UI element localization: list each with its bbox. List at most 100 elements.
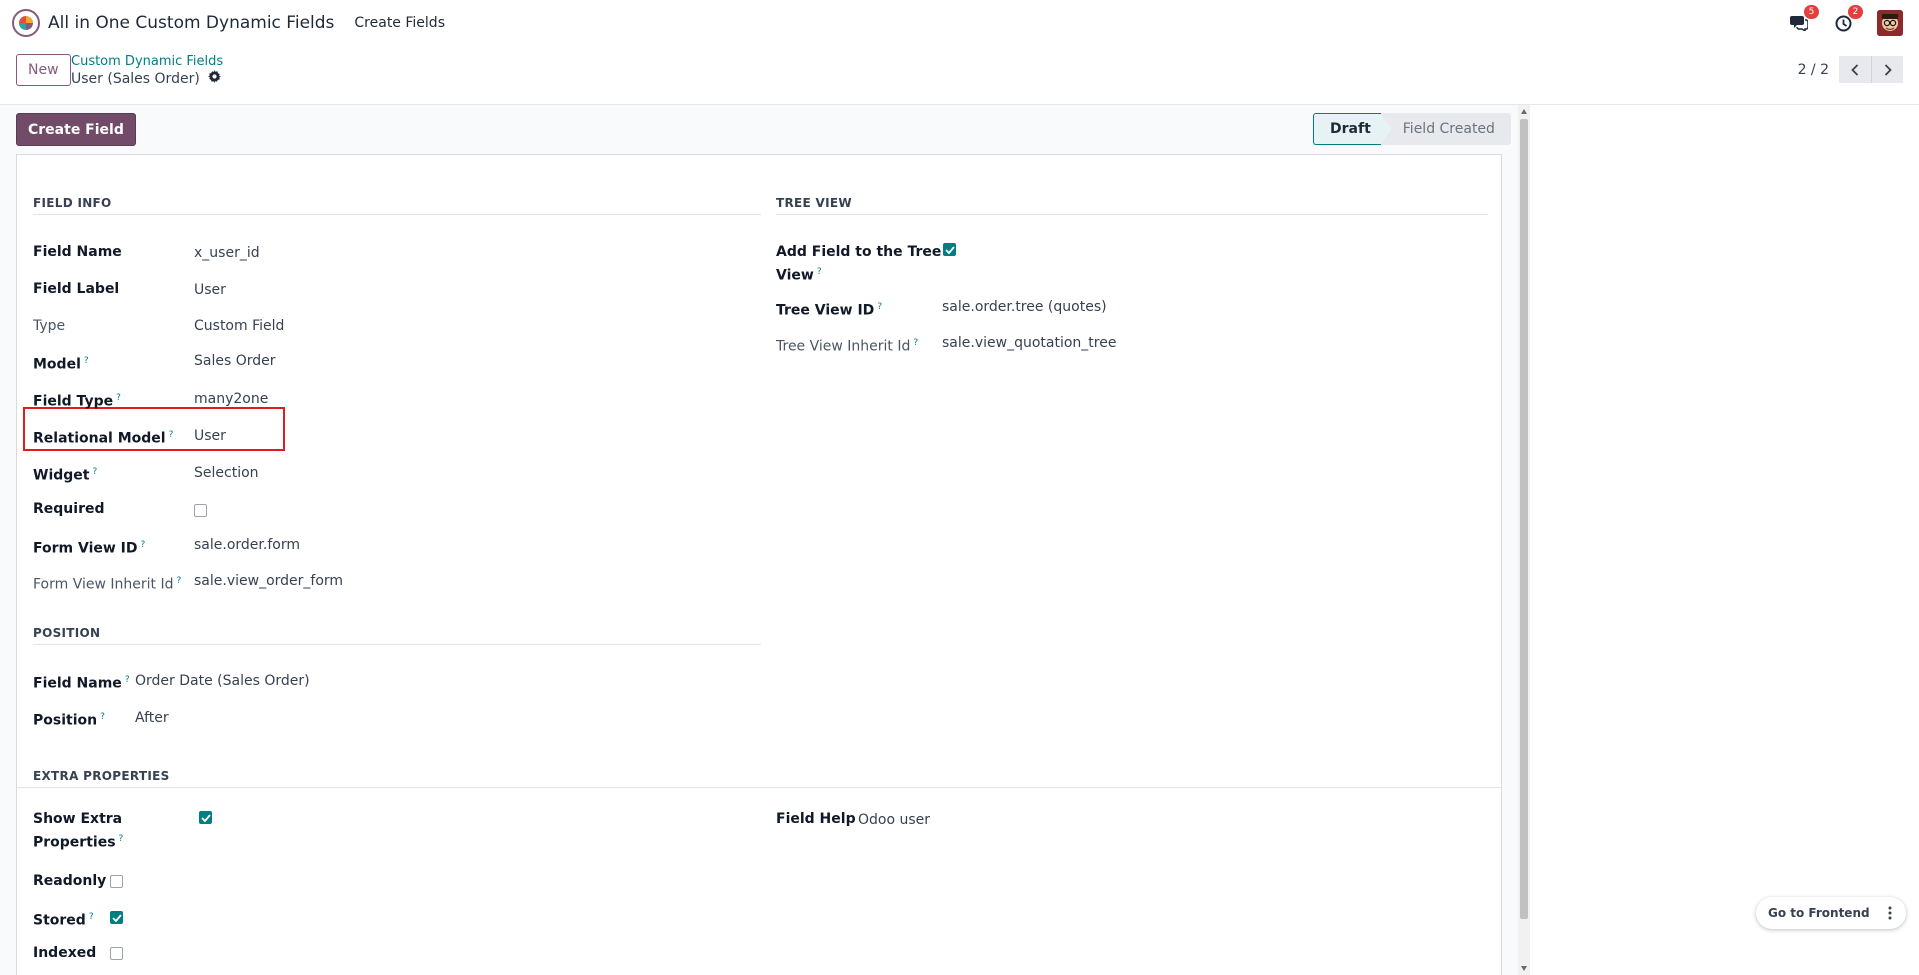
tree-view-id-label: Tree View ID? [776, 302, 883, 319]
help-tooltip-icon[interactable]: ? [92, 467, 97, 477]
divider [776, 214, 1488, 215]
widget-value[interactable]: Selection [194, 463, 259, 483]
scroll-up-arrow-icon[interactable] [1521, 109, 1527, 114]
field-label-value[interactable]: User [194, 280, 226, 300]
type-value: Custom Field [194, 318, 285, 334]
app-name[interactable]: All in One Custom Dynamic Fields [48, 13, 334, 33]
help-tooltip-icon[interactable]: ? [877, 302, 882, 312]
row-widget: Widget? [33, 462, 97, 486]
help-tooltip-icon[interactable]: ? [119, 834, 124, 844]
form-view-inherit-label: Form View Inherit Id? [33, 576, 182, 593]
vertical-scrollbar[interactable] [1518, 105, 1530, 975]
pager: 2 / 2 [1798, 56, 1903, 83]
more-options-icon[interactable] [1878, 901, 1902, 925]
indexed-checkbox[interactable] [110, 947, 123, 960]
row-position: Position? [33, 707, 105, 731]
row-tree-view-inherit: Tree View Inherit Id? [776, 333, 918, 357]
tree-view-inherit-value: sale.view_quotation_tree [942, 335, 1117, 351]
help-tooltip-icon[interactable]: ? [84, 356, 89, 366]
widget-label: Widget? [33, 467, 98, 484]
go-to-frontend-button[interactable]: Go to Frontend [1768, 906, 1870, 920]
status-field-created[interactable]: Field Created [1380, 113, 1511, 145]
row-add-field-tree: Add Field to the Tree View? [776, 242, 941, 286]
help-tooltip-icon[interactable]: ? [100, 712, 105, 722]
stored-label: Stored? [33, 912, 94, 929]
row-tree-view-id: Tree View ID? [776, 297, 882, 321]
form-content: Create Field Draft Field Created FIELD I… [0, 105, 1530, 975]
help-tooltip-icon[interactable]: ? [116, 393, 121, 403]
row-required: Required [33, 499, 104, 519]
help-tooltip-icon[interactable]: ? [169, 430, 174, 440]
show-extra-checkbox[interactable] [199, 811, 212, 824]
position-field-name-value[interactable]: Order Date (Sales Order) [135, 671, 310, 691]
readonly-checkbox[interactable] [110, 875, 123, 888]
row-form-view-inherit: Form View Inherit Id? [33, 571, 181, 595]
form-view-inherit-value: sale.view_order_form [194, 573, 344, 589]
row-form-view-id: Form View ID? [33, 535, 145, 559]
section-tree-view-title: TREE VIEW [776, 196, 852, 210]
field-name-label: Field Name [33, 244, 122, 260]
add-field-tree-checkbox[interactable] [943, 243, 956, 256]
breadcrumb-current: User (Sales Order) [71, 70, 221, 87]
model-value[interactable]: Sales Order [194, 351, 276, 371]
messages-icon[interactable]: 5 [1789, 5, 1819, 33]
messages-badge: 5 [1804, 5, 1819, 19]
position-label: Position? [33, 712, 105, 729]
field-type-value[interactable]: many2one [194, 389, 268, 409]
help-tooltip-icon[interactable]: ? [141, 540, 146, 550]
pager-next-button[interactable] [1871, 56, 1903, 83]
required-label: Required [33, 501, 105, 517]
menu-create-fields[interactable]: Create Fields [354, 15, 445, 31]
row-stored: Stored? [33, 907, 94, 931]
section-field-info-title: FIELD INFO [33, 196, 112, 210]
row-position-field-name: Field Name? [33, 670, 130, 694]
required-checkbox[interactable] [194, 504, 207, 517]
new-button[interactable]: New [16, 54, 71, 86]
position-field-name-label: Field Name? [33, 675, 130, 692]
add-field-tree-label-2: View? [776, 267, 822, 284]
tree-view-id-value[interactable]: sale.order.tree (quotes) [942, 297, 1107, 317]
help-tooltip-icon[interactable]: ? [913, 338, 918, 348]
pager-previous-button[interactable] [1839, 56, 1871, 83]
status-draft[interactable]: Draft [1313, 113, 1393, 145]
status-field-created-label: Field Created [1402, 121, 1495, 137]
breadcrumb-current-label: User (Sales Order) [71, 70, 200, 87]
position-value[interactable]: After [135, 708, 169, 728]
model-label: Model? [33, 356, 89, 373]
form-view-id-value[interactable]: sale.order.form [194, 535, 300, 555]
row-type: Type [33, 316, 65, 336]
indexed-label: Indexed [33, 945, 97, 961]
app-logo-icon[interactable] [12, 9, 40, 37]
scroll-down-arrow-icon[interactable] [1521, 966, 1527, 971]
help-tooltip-icon[interactable]: ? [125, 675, 130, 685]
form-view-id-label: Form View ID? [33, 540, 146, 557]
field-label-label: Field Label [33, 281, 120, 297]
pager-value[interactable]: 2 / 2 [1798, 62, 1829, 78]
create-field-button[interactable]: Create Field [16, 113, 136, 146]
gear-icon[interactable] [207, 70, 221, 87]
relational-model-label: Relational Model? [33, 430, 174, 447]
activities-clock-icon[interactable]: 2 [1833, 5, 1863, 33]
breadcrumb-parent-link[interactable]: Custom Dynamic Fields [71, 54, 223, 69]
divider [33, 644, 761, 645]
section-extra-title: EXTRA PROPERTIES [33, 769, 170, 783]
scrollbar-thumb[interactable] [1520, 119, 1528, 919]
relational-model-value[interactable]: User [194, 426, 226, 446]
top-navbar: All in One Custom Dynamic Fields Create … [0, 0, 1919, 46]
row-model: Model? [33, 351, 89, 375]
status-draft-label: Draft [1330, 121, 1371, 137]
form-sheet: FIELD INFO Field Name x_user_id Field La… [16, 154, 1502, 975]
field-name-value[interactable]: x_user_id [194, 243, 260, 263]
divider [33, 214, 761, 215]
chevron-right-icon [1884, 63, 1892, 76]
stored-checkbox[interactable] [110, 911, 123, 924]
field-help-value[interactable]: Odoo user [858, 810, 930, 830]
user-avatar[interactable] [1877, 10, 1903, 36]
activities-badge: 2 [1848, 5, 1863, 19]
row-field-type: Field Type? [33, 388, 121, 412]
help-tooltip-icon[interactable]: ? [89, 912, 94, 922]
show-extra-label: Show Extra [33, 811, 123, 827]
help-tooltip-icon[interactable]: ? [817, 267, 822, 277]
row-indexed: Indexed [33, 943, 96, 963]
help-tooltip-icon[interactable]: ? [176, 576, 181, 586]
